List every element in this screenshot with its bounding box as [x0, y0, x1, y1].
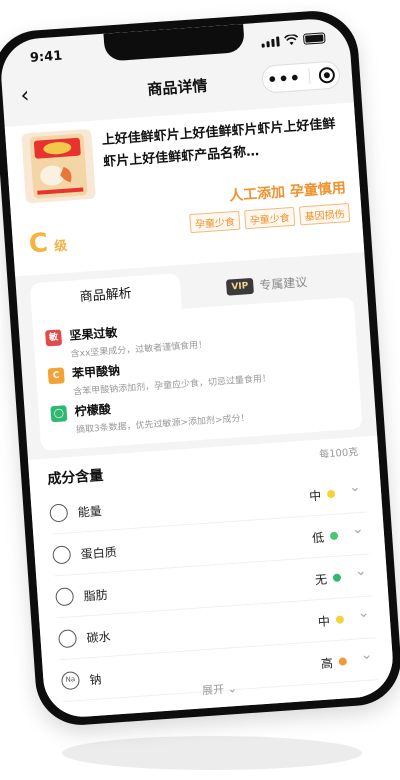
product-name: 上好佳鲜虾片上好佳鲜虾片虾片上好佳鲜虾片上好佳鲜虾产品名称…: [101, 116, 336, 171]
close-target-icon[interactable]: [318, 66, 336, 84]
tag: 基因损伤: [298, 203, 351, 226]
chevron-down-icon[interactable]: ⌄: [360, 646, 373, 663]
level-dot: [338, 657, 348, 666]
status-time: 9:41: [29, 48, 63, 66]
battery-icon: [302, 32, 326, 45]
level-dot: [332, 573, 342, 583]
nutrient-label: 蛋白质: [80, 545, 118, 562]
product-card: 上好佳鲜虾片上好佳鲜虾片虾片上好佳鲜虾片上好佳鲜虾产品名称… 人工添加 孕童慎用…: [4, 102, 365, 277]
level-dot: [326, 489, 336, 499]
nutrient-label: 钠: [89, 672, 102, 688]
miniprogram-capsule: •••: [261, 60, 341, 94]
carb-icon: [57, 629, 78, 649]
sodium-icon: Na: [60, 670, 81, 691]
fat-icon: [55, 587, 75, 607]
product-image: [21, 128, 96, 204]
nutrient-level: 无: [314, 572, 328, 588]
tab-vip-label: 专属建议: [258, 275, 308, 293]
nutrient-level: 高: [320, 656, 334, 672]
allergy-icon: 敏: [45, 329, 63, 347]
nutrient-label: 碳水: [86, 629, 112, 646]
level-dot: [329, 531, 339, 541]
phone-shadow: [62, 736, 362, 770]
nutrition-title: 成分含量: [46, 467, 104, 488]
nutrient-label: 脂肪: [83, 587, 109, 604]
grade-letter: C: [27, 228, 50, 260]
nutrition-unit: 每100克: [318, 446, 359, 461]
wifi-icon: [284, 34, 299, 46]
chevron-down-icon[interactable]: ⌄: [351, 521, 364, 538]
nutrient-level: 中: [317, 614, 331, 630]
grade-rating: C 级: [27, 227, 68, 260]
chevron-down-icon[interactable]: ⌄: [354, 563, 367, 580]
tag: 孕童少食: [244, 206, 296, 230]
screen: 9:41 ‹ 商品详情 ••• 上好佳鲜虾片上好佳鲜虾片虾片上好佳鲜虾片上好佳鲜…: [0, 16, 396, 720]
chevron-down-icon[interactable]: ⌄: [357, 605, 370, 622]
nutrition-section: 成分含量 每100克 能量 中 ⌄ 蛋白质 低 ⌄ 脂肪 无 ⌄ 碳水 中 ⌄ …: [28, 435, 396, 720]
snack-bag-icon: [29, 133, 88, 199]
level-dot: [335, 615, 345, 624]
protein-icon: [52, 545, 72, 565]
additive-icon: C: [47, 367, 65, 385]
nutrient-level: 低: [311, 530, 325, 546]
safe-icon: ◯: [50, 405, 68, 423]
more-button[interactable]: •••: [267, 68, 302, 89]
nutrient-label: 能量: [77, 504, 103, 520]
chevron-down-icon[interactable]: ⌄: [348, 479, 361, 496]
grade-suffix: 级: [53, 238, 68, 255]
nutrient-level: 中: [308, 488, 322, 504]
warning-tags: 孕童少食 孕童少食 基因损伤: [189, 203, 351, 234]
warning-title: 人工添加 孕童慎用: [228, 180, 347, 205]
energy-icon: [49, 503, 69, 523]
phone-mockup: 9:41 ‹ 商品详情 ••• 上好佳鲜虾片上好佳鲜虾片虾片上好佳鲜虾片上好佳鲜…: [0, 8, 400, 728]
vip-badge: VIP: [225, 277, 254, 296]
analysis-panel: 敏 坚果过敏 含xx坚果成分，过敏者谨慎食用！ C 苯甲酸钠 含苯甲酸钠添加剂，…: [32, 296, 363, 452]
tag: 孕童少食: [189, 210, 241, 234]
signal-icon: [261, 36, 280, 48]
